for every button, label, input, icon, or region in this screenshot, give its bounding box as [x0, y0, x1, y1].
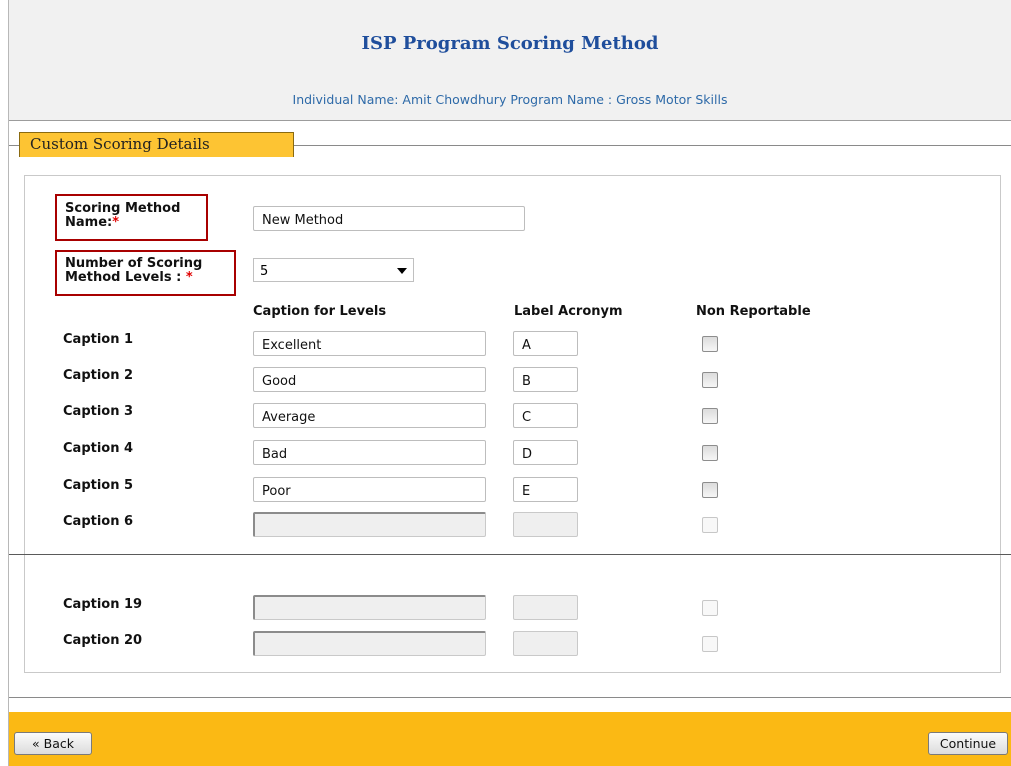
method-name-label-line2: Name:	[65, 215, 113, 230]
caption-input-disabled	[253, 595, 486, 620]
acronym-input[interactable]: C	[513, 403, 578, 428]
column-header-non-reportable: Non Reportable	[696, 304, 811, 319]
acronym-input[interactable]: B	[513, 367, 578, 392]
non-reportable-checkbox-disabled	[702, 600, 718, 616]
caption-input[interactable]: Poor	[253, 477, 486, 502]
caption-input-disabled	[253, 631, 486, 656]
caption-input[interactable]: Excellent	[253, 331, 486, 356]
acronym-input-disabled	[513, 512, 578, 537]
non-reportable-checkbox[interactable]	[702, 336, 718, 352]
acronym-input[interactable]: E	[513, 477, 578, 502]
legend-line-right	[294, 145, 1011, 146]
acronym-input[interactable]: D	[513, 440, 578, 465]
non-reportable-checkbox[interactable]	[702, 408, 718, 424]
non-reportable-checkbox-disabled	[702, 517, 718, 533]
required-marker: *	[185, 270, 193, 285]
caption-input[interactable]: Average	[253, 403, 486, 428]
acronym-input[interactable]: A	[513, 331, 578, 356]
non-reportable-checkbox-disabled	[702, 636, 718, 652]
section-divider	[9, 554, 1011, 555]
column-header-acronym: Label Acronym	[514, 304, 623, 319]
caption-label: Caption 19	[63, 597, 143, 612]
required-marker: *	[112, 215, 120, 230]
method-name-input[interactable]: New Method	[253, 206, 525, 231]
caption-label: Caption 2	[63, 368, 134, 383]
caption-label: Caption 6	[63, 514, 134, 529]
caption-input-disabled	[253, 512, 486, 537]
caption-label: Caption 5	[63, 478, 134, 493]
levels-label-line1: Number of Scoring	[65, 256, 203, 271]
column-header-caption: Caption for Levels	[253, 304, 387, 319]
caption-label: Caption 1	[63, 332, 134, 347]
page-subtitle: Individual Name: Amit Chowdhury Program …	[292, 92, 728, 107]
levels-label-line2: Method Levels :	[65, 270, 182, 285]
levels-label: Number of Scoring Method Levels : *	[65, 257, 202, 285]
caption-input[interactable]: Good	[253, 367, 486, 392]
acronym-input-disabled	[513, 595, 578, 620]
continue-button[interactable]: Continue	[928, 732, 1008, 755]
acronym-input-disabled	[513, 631, 578, 656]
levels-select[interactable]: 5	[253, 258, 414, 282]
page-title: ISP Program Scoring Method	[361, 33, 659, 54]
caption-label: Caption 20	[63, 633, 143, 648]
section-legend-text: Custom Scoring Details	[30, 135, 210, 153]
caption-label: Caption 4	[63, 441, 134, 456]
caption-label: Caption 3	[63, 404, 134, 419]
levels-select-value: 5	[260, 264, 269, 279]
footer-bar	[9, 712, 1011, 766]
non-reportable-checkbox[interactable]	[702, 482, 718, 498]
legend-line-left	[9, 145, 19, 146]
method-name-label-line1: Scoring Method	[65, 201, 181, 216]
footer-divider	[9, 697, 1011, 698]
method-name-label: Scoring Method Name:*	[65, 202, 180, 230]
chevron-down-icon	[397, 268, 407, 274]
window-left-border	[0, 0, 9, 766]
non-reportable-checkbox[interactable]	[702, 372, 718, 388]
back-button[interactable]: « Back	[14, 732, 92, 755]
caption-input[interactable]: Bad	[253, 440, 486, 465]
non-reportable-checkbox[interactable]	[702, 445, 718, 461]
